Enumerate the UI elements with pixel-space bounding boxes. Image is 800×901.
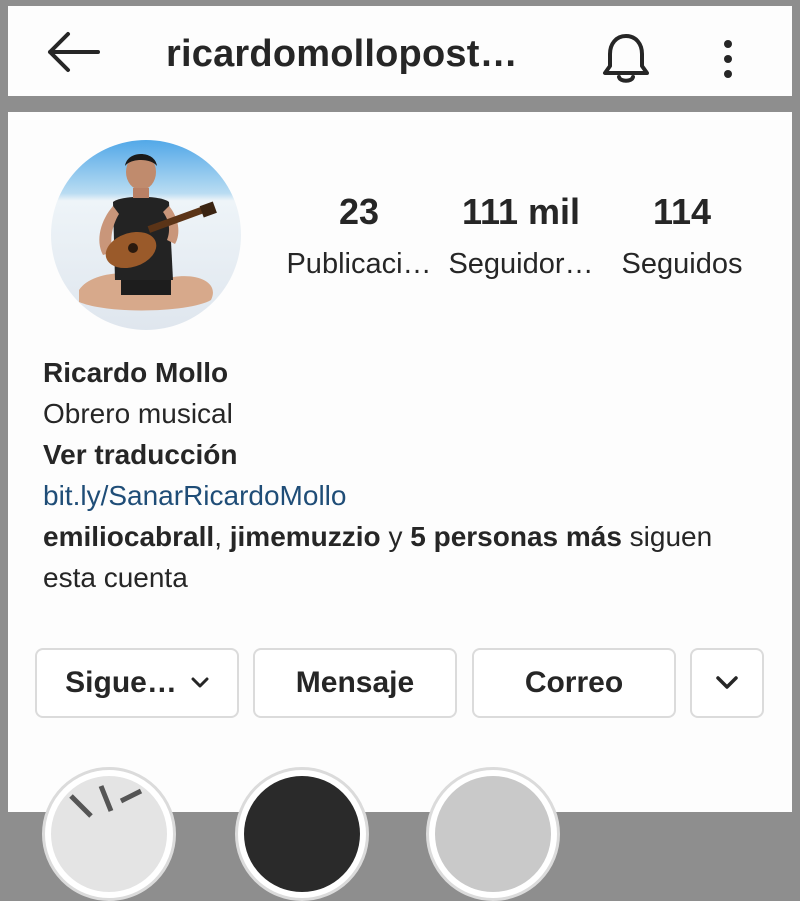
chevron-down-icon — [191, 677, 209, 688]
email-button[interactable]: Correo — [472, 648, 676, 718]
stat-following[interactable]: 114 Seguidos — [608, 194, 756, 281]
followed-by-user-2[interactable]: jimemuzzio — [230, 521, 381, 552]
stat-followers-label: Seguidor… — [448, 248, 594, 280]
stat-posts-count: 23 — [338, 191, 380, 232]
story-highlight[interactable] — [235, 767, 369, 901]
profile-bio: Ricardo Mollo Obrero musical Ver traducc… — [43, 352, 783, 598]
bio-link[interactable]: bit.ly/SanarRicardoMollo — [43, 475, 783, 516]
message-button[interactable]: Mensaje — [253, 648, 457, 718]
chevron-down-icon — [716, 676, 738, 689]
story-highlight[interactable] — [42, 767, 176, 901]
stat-followers[interactable]: 111 mil Seguidor… — [446, 194, 596, 281]
profile-username-title: ricardomollopost… — [166, 33, 518, 75]
following-button[interactable]: Sigue… — [35, 648, 239, 718]
stat-posts[interactable]: 23 Publicaci… — [284, 194, 434, 281]
stat-following-label: Seguidos — [621, 248, 743, 280]
followed-by-others[interactable]: 5 personas más — [410, 521, 622, 552]
stat-followers-count: 111 mil — [461, 191, 581, 232]
profile-avatar[interactable] — [51, 140, 241, 330]
followed-by-user-1[interactable]: emiliocabrall — [43, 521, 214, 552]
profile-name: Ricardo Mollo — [43, 357, 229, 388]
profile-description: Obrero musical — [43, 398, 233, 429]
story-highlight[interactable] — [426, 767, 560, 901]
more-vertical-icon[interactable] — [710, 38, 746, 80]
bell-icon[interactable] — [600, 30, 652, 86]
suggestions-dropdown-button[interactable] — [690, 648, 764, 718]
back-arrow-icon[interactable] — [44, 31, 102, 73]
stat-posts-label: Publicaci… — [286, 248, 432, 280]
profile-panel: 23 Publicaci… 111 mil Seguidor… 114 Segu… — [8, 112, 792, 901]
following-button-label: Sigue… — [65, 666, 177, 699]
top-bar: ricardomollopost… — [8, 6, 792, 96]
stat-following-count: 114 — [652, 191, 712, 232]
translate-link[interactable]: Ver traducción — [43, 434, 783, 475]
followed-by-text[interactable]: emiliocabrall, jimemuzzio y 5 personas m… — [43, 516, 783, 598]
